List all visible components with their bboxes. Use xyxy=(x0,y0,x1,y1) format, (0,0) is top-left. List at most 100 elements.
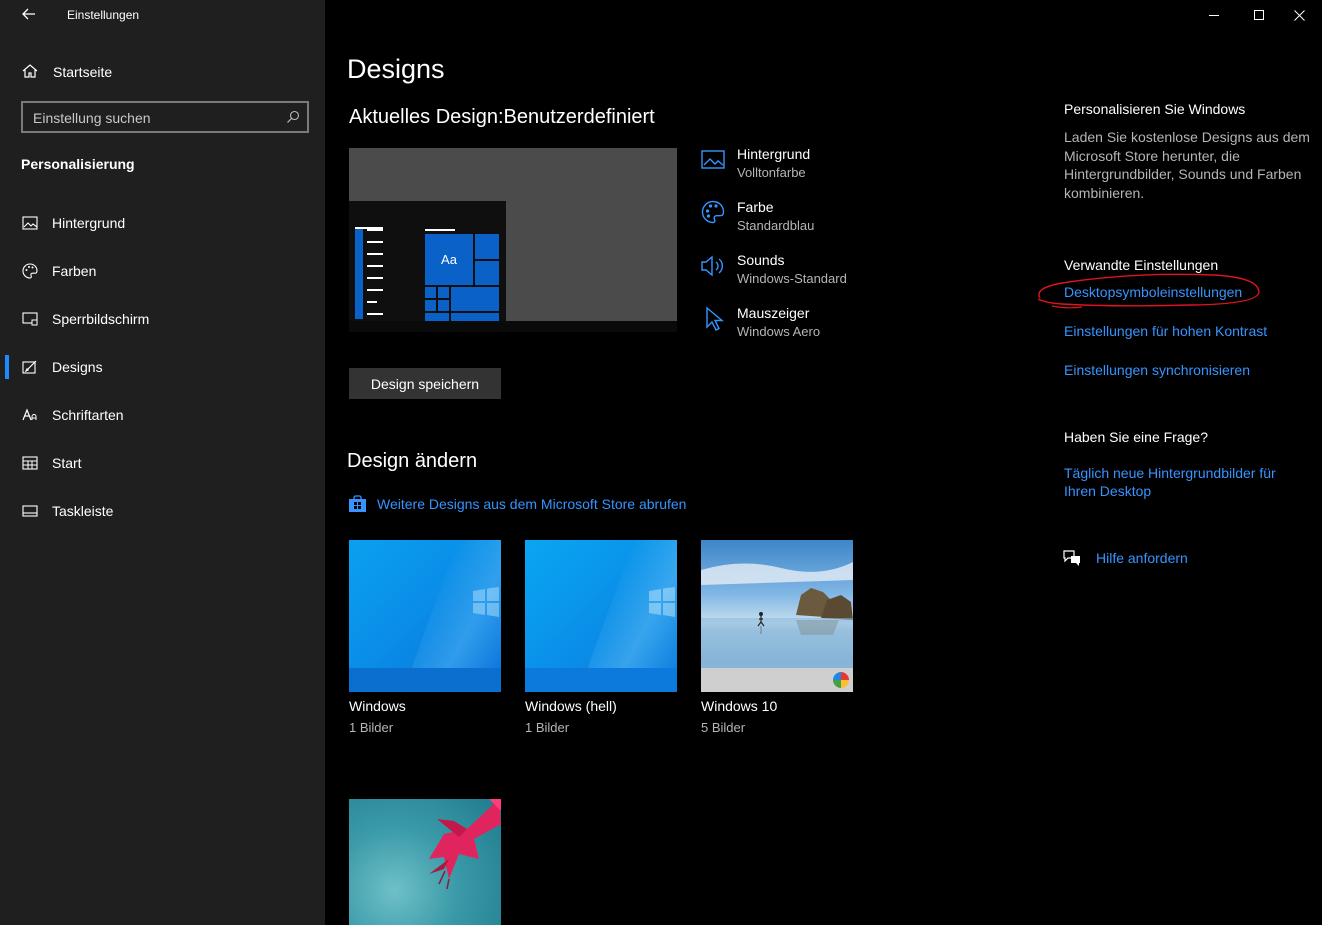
theme-footer xyxy=(701,668,853,692)
search-icon[interactable] xyxy=(286,110,300,124)
sidebar-item-farben[interactable]: Farben xyxy=(0,251,325,291)
sync-settings-link[interactable]: Einstellungen synchronisieren xyxy=(1064,362,1250,378)
save-design-label: Design speichern xyxy=(370,375,480,392)
property-cursor[interactable]: Mauszeiger Windows Aero xyxy=(700,303,900,347)
sidebar-item-taskleiste[interactable]: Taskleiste xyxy=(0,491,325,531)
close-button[interactable] xyxy=(1276,0,1322,30)
theme-count: 5 Bilder xyxy=(701,720,746,735)
sidebar-item-label: Hintergrund xyxy=(52,215,126,231)
sidebar-item-start[interactable]: Start xyxy=(0,443,325,483)
sidebar-item-schriftarten[interactable]: Schriftarten xyxy=(0,395,325,435)
sidebar-item-label: Start xyxy=(52,455,82,471)
property-value: Windows Aero xyxy=(737,324,821,339)
design-preview: Aa xyxy=(349,148,677,332)
get-help-link[interactable]: Hilfe anfordern xyxy=(1062,548,1222,570)
window-controls xyxy=(1184,0,1322,30)
preview-tile-aa: Aa xyxy=(425,234,473,285)
help-chat-icon xyxy=(1063,550,1080,566)
theme-thumbnail xyxy=(349,540,501,692)
theme-count: 1 Bilder xyxy=(525,720,570,735)
property-sounds[interactable]: Sounds Windows-Standard xyxy=(700,250,900,294)
maximize-icon xyxy=(1253,9,1264,20)
related-settings-title: Verwandte Einstellungen xyxy=(1064,257,1219,273)
current-design-label: Aktuelles Design: xyxy=(349,106,504,128)
page-title: Designs xyxy=(347,54,445,84)
minimize-icon xyxy=(1208,14,1219,16)
search-box[interactable] xyxy=(21,101,309,133)
theme-tile-windows[interactable]: Windows 1 Bilder xyxy=(349,540,501,740)
windows-logo-icon xyxy=(649,587,675,617)
theme-thumbnail xyxy=(349,799,501,925)
sidebar-item-label: Startseite xyxy=(53,64,113,80)
sidebar-item-sperrbildschirm[interactable]: Sperrbildschirm xyxy=(0,299,325,339)
taskbar-icon xyxy=(21,503,39,519)
font-icon xyxy=(21,407,39,423)
preview-start-menu: Aa xyxy=(349,201,506,321)
palette-icon xyxy=(701,200,725,224)
property-value: Standardblau xyxy=(737,218,815,233)
image-icon xyxy=(21,215,39,231)
back-button[interactable] xyxy=(18,4,40,24)
preview-taskbar xyxy=(349,321,677,332)
sidebar: Einstellungen Startseite Personalisierun… xyxy=(0,0,325,925)
get-help-label[interactable]: Hilfe anfordern xyxy=(1096,550,1188,566)
property-color[interactable]: Farbe Standardblau xyxy=(700,197,900,241)
property-title: Mauszeiger xyxy=(737,305,810,321)
search-input[interactable] xyxy=(23,103,285,133)
brush-icon xyxy=(21,359,39,375)
sidebar-item-home[interactable]: Startseite xyxy=(0,56,325,88)
sidebar-item-label: Farben xyxy=(52,263,97,279)
palette-icon xyxy=(21,263,39,279)
property-title: Farbe xyxy=(737,199,774,215)
property-title: Hintergrund xyxy=(737,146,811,162)
cursor-icon xyxy=(706,306,724,331)
theme-count: 1 Bilder xyxy=(349,720,394,735)
current-design-value: Benutzerdefiniert xyxy=(503,106,655,128)
close-icon xyxy=(1293,9,1305,21)
store-link[interactable]: Weitere Designs aus dem Microsoft Store … xyxy=(348,494,708,514)
preview-tile-text: Aa xyxy=(441,252,457,267)
property-title: Sounds xyxy=(737,252,785,268)
personalize-title: Personalisieren Sie Windows xyxy=(1064,101,1246,117)
preview-tiles: Aa xyxy=(425,234,500,321)
sidebar-item-hintergrund[interactable]: Hintergrund xyxy=(0,203,325,243)
sidebar-item-label: Designs xyxy=(52,359,103,375)
picture-icon xyxy=(701,150,725,169)
theme-thumbnail xyxy=(525,540,677,692)
theme-tile-flower[interactable] xyxy=(349,799,501,925)
theme-name: Windows 10 xyxy=(701,698,778,714)
windows-logo-icon xyxy=(473,587,499,617)
theme-thumbnail xyxy=(701,540,853,692)
daily-wallpapers-link[interactable]: Täglich neue Hintergrundbilder für Ihren… xyxy=(1064,464,1294,500)
sidebar-item-designs[interactable]: Designs xyxy=(0,347,325,387)
beach-photo xyxy=(701,562,853,668)
theme-name: Windows xyxy=(349,698,406,714)
personalize-text: Laden Sie kostenlose Designs aus dem Mic… xyxy=(1064,129,1310,201)
property-background[interactable]: Hintergrund Volltonfarbe xyxy=(700,144,900,188)
store-link-label[interactable]: Weitere Designs aus dem Microsoft Store … xyxy=(377,496,686,512)
color-wheel-icon xyxy=(833,672,849,688)
sidebar-item-label: Taskleiste xyxy=(52,503,114,519)
question-title: Haben Sie eine Frage? xyxy=(1064,429,1208,445)
preview-list xyxy=(355,227,387,319)
property-value: Volltonfarbe xyxy=(737,165,806,180)
home-icon xyxy=(22,64,38,78)
change-design-title: Design ändern xyxy=(347,450,478,472)
section-title: Personalisierung xyxy=(21,156,135,172)
active-indicator xyxy=(5,355,9,379)
preview-header-line xyxy=(425,229,455,231)
theme-tile-windows-light[interactable]: Windows (hell) 1 Bilder xyxy=(525,540,677,740)
high-contrast-settings-link[interactable]: Einstellungen für hohen Kontrast xyxy=(1064,323,1267,339)
lock-screen-icon xyxy=(21,311,39,327)
speaker-icon xyxy=(701,255,723,277)
property-value: Windows-Standard xyxy=(737,271,847,286)
arrow-left-icon xyxy=(22,8,35,20)
current-design-heading: Aktuelles Design:Benutzerdefiniert xyxy=(349,106,655,129)
desktop-icon-settings-link[interactable]: Desktopsymboleinstellungen xyxy=(1064,284,1242,300)
flower-photo xyxy=(429,799,501,890)
theme-tile-windows-10[interactable]: Windows 10 5 Bilder xyxy=(701,540,853,740)
sidebar-item-label: Schriftarten xyxy=(52,407,124,423)
minimize-button[interactable] xyxy=(1191,0,1237,30)
window-title: Einstellungen xyxy=(67,8,140,22)
save-design-button[interactable]: Design speichern xyxy=(349,368,501,399)
